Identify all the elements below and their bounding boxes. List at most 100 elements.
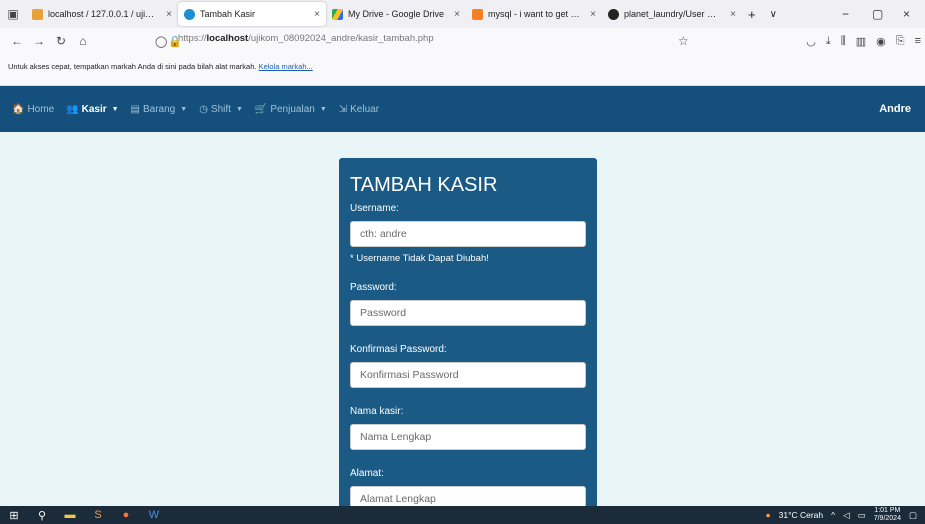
nav-keluar[interactable]: ⇲ Keluar xyxy=(339,104,379,115)
nav-label: Kasir xyxy=(81,103,107,115)
github-icon xyxy=(608,8,619,20)
tab-title: planet_laundry/User Manual xyxy=(624,9,721,19)
tab-overview-icon[interactable]: ▣ xyxy=(0,7,26,21)
close-window-button[interactable]: × xyxy=(903,0,910,28)
extensions-icon[interactable]: ⎘ xyxy=(896,35,905,48)
nav-home[interactable]: 🏠 Home xyxy=(12,104,54,115)
bookmark-star-icon[interactable]: ☆ xyxy=(678,34,689,48)
sublime-text-icon[interactable]: S xyxy=(84,509,112,521)
search-icon[interactable]: ⚲ xyxy=(28,509,56,522)
downloads-icon[interactable]: ⤓ xyxy=(826,35,831,48)
tab-list-button[interactable]: ∨ xyxy=(770,9,777,20)
nama-kasir-label: Nama kasir: xyxy=(350,406,404,417)
user-name[interactable]: Andre xyxy=(879,103,911,115)
tab-phpmyadmin[interactable]: localhost / 127.0.0.1 / ujikom × xyxy=(26,2,178,26)
nav-label: Shift xyxy=(210,103,231,115)
file-explorer-icon[interactable]: ▬ xyxy=(56,509,84,521)
maximize-button[interactable]: ▢ xyxy=(872,0,883,28)
pocket-icon[interactable]: ◡ xyxy=(806,35,816,48)
address-bar[interactable]: https://localhost/ujikom_08092024_andre/… xyxy=(178,33,434,44)
caret-down-icon: ▼ xyxy=(235,105,243,113)
url-scheme: https:// xyxy=(178,33,207,44)
reload-icon[interactable]: ↻ xyxy=(50,34,72,48)
bookmark-hint: Untuk akses cepat, tempatkan markah Anda… xyxy=(8,62,257,71)
windows-taskbar: ⊞ ⚲ ▬ S ● W ● 31°C Cerah ^ ◁ ▭ 1:01 PM 7… xyxy=(0,506,925,524)
users-icon: 👥 xyxy=(66,103,79,115)
shield-icon[interactable]: ◯ xyxy=(155,35,167,48)
windows-start-icon[interactable]: ⊞ xyxy=(0,509,28,522)
nav-barang[interactable]: ▤ Barang ▼ xyxy=(131,104,188,115)
home-icon[interactable]: ⌂ xyxy=(72,34,94,48)
menu-icon[interactable]: ≡ xyxy=(915,35,921,47)
confirm-password-input[interactable]: Konfirmasi Password xyxy=(350,362,586,388)
nav-penjualan[interactable]: 🛒 Penjualan ▼ xyxy=(255,104,327,115)
google-drive-icon xyxy=(332,8,343,20)
username-note: * Username Tidak Dapat Diubah! xyxy=(350,253,489,264)
url-host: localhost xyxy=(206,33,249,44)
nav-shift[interactable]: ◷ Shift ▼ xyxy=(199,104,243,115)
tray-expand-icon[interactable]: ^ xyxy=(831,510,835,520)
tab-title: Tambah Kasir xyxy=(200,9,256,19)
close-tab-icon[interactable]: × xyxy=(590,9,596,20)
bookmark-bar: Untuk akses cepat, tempatkan markah Anda… xyxy=(0,54,925,86)
clock-icon: ◷ xyxy=(199,103,208,115)
phpmyadmin-icon xyxy=(32,8,43,20)
new-tab-button[interactable]: + xyxy=(748,7,756,22)
stackoverflow-icon xyxy=(472,8,483,20)
firefox-icon[interactable]: ● xyxy=(112,509,140,521)
tambah-kasir-form: TAMBAH KASIR Username: cth: andre * User… xyxy=(339,158,597,524)
weather-icon: ● xyxy=(765,510,771,520)
network-icon[interactable]: ▭ xyxy=(858,510,866,521)
clock-time: 1:01 PM xyxy=(874,507,901,514)
forward-arrow-icon[interactable]: → xyxy=(28,34,50,48)
nav-label: Home xyxy=(27,103,55,115)
tab-tambah-kasir[interactable]: Tambah Kasir × xyxy=(178,2,326,26)
tab-title: My Drive - Google Drive xyxy=(348,9,445,19)
nav-kasir[interactable]: 👥 Kasir ▼ xyxy=(66,104,118,115)
close-tab-icon[interactable]: × xyxy=(730,9,736,20)
account-icon[interactable]: ◉ xyxy=(876,35,886,48)
close-tab-icon[interactable]: × xyxy=(166,9,172,20)
weather-text[interactable]: 31°C Cerah xyxy=(779,510,824,520)
password-input[interactable]: Password xyxy=(350,300,586,326)
close-tab-icon[interactable]: × xyxy=(314,9,320,20)
caret-down-icon: ▼ xyxy=(319,105,327,113)
page-icon xyxy=(184,8,195,20)
alamat-label: Alamat: xyxy=(350,468,384,479)
nav-label: Barang xyxy=(143,103,176,115)
box-icon: ▤ xyxy=(130,103,140,115)
nav-label: Penjualan xyxy=(270,103,315,115)
back-arrow-icon[interactable]: ← xyxy=(6,34,28,48)
nav-label: Keluar xyxy=(350,103,380,115)
app-navbar: 🏠 Home 👥 Kasir ▼ ▤ Barang ▼ ◷ Shift ▼ 🛒 … xyxy=(0,86,925,132)
form-title: TAMBAH KASIR xyxy=(350,174,498,196)
clock-date: 7/9/2024 xyxy=(873,515,901,522)
browser-tab-bar: ▣ localhost / 127.0.0.1 / ujikom × Tamba… xyxy=(0,0,925,28)
close-tab-icon[interactable]: × xyxy=(454,9,460,20)
confirm-password-label: Konfirmasi Password: xyxy=(350,344,447,355)
clock[interactable]: 1:01 PM 7/9/2024 xyxy=(874,507,901,523)
library-icon[interactable]: ⫼ xyxy=(841,35,846,48)
tab-title: localhost / 127.0.0.1 / ujikom xyxy=(48,9,158,19)
minimize-button[interactable]: − xyxy=(842,0,849,28)
nama-kasir-input[interactable]: Nama Lengkap xyxy=(350,424,586,450)
manage-bookmarks-link[interactable]: Kelola markah... xyxy=(259,62,313,71)
logout-icon: ⇲ xyxy=(338,103,348,115)
tab-stackoverflow[interactable]: mysql - i want to get only dat × xyxy=(466,2,602,26)
caret-down-icon: ▼ xyxy=(180,105,188,113)
username-label: Username: xyxy=(350,203,399,214)
notification-icon[interactable]: ▢ xyxy=(909,510,917,521)
tab-title: mysql - i want to get only dat xyxy=(488,9,581,19)
username-input[interactable]: cth: andre xyxy=(350,221,586,247)
tab-github[interactable]: planet_laundry/User Manual × xyxy=(602,2,742,26)
url-path: /ujikom_08092024_andre/kasir_tambah.php xyxy=(248,33,434,44)
tab-google-drive[interactable]: My Drive - Google Drive × xyxy=(326,2,466,26)
cart-icon: 🛒 xyxy=(254,103,268,115)
caret-down-icon: ▼ xyxy=(111,105,119,113)
volume-icon[interactable]: ◁ xyxy=(843,510,850,521)
browser-toolbar: ← → ↻ ⌂ ◯ 🔒 https://localhost/ujikom_080… xyxy=(0,28,925,54)
home-icon: 🏠 xyxy=(12,103,25,115)
word-icon[interactable]: W xyxy=(140,509,168,521)
password-label: Password: xyxy=(350,282,397,293)
sidebar-icon[interactable]: ▥ xyxy=(856,35,866,48)
